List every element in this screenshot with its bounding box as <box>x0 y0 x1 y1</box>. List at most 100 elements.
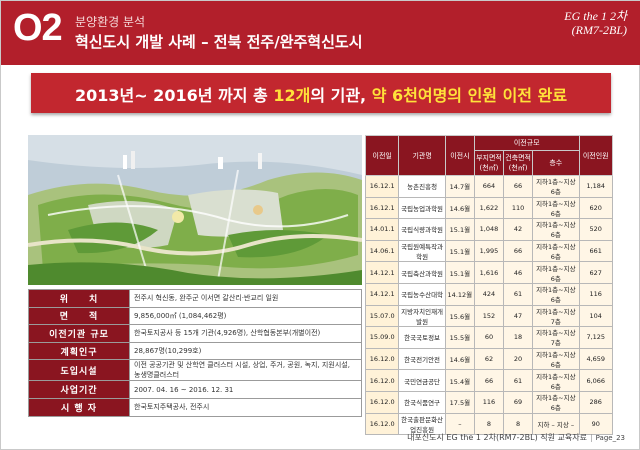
agency-building-area: 46 <box>503 261 534 284</box>
info-row: 이전기관 규모 한국토지공사 등 15개 기관(4,926명), 산학협동본부(개… <box>28 324 362 343</box>
section-header: O2 분양환경 분석 혁신도시 개발 사례 – 전북 전주/완주혁신도시 EG … <box>1 1 640 65</box>
footer-document: 내포신도시 EG the 1 2차(RM7-2BL) 직원 교육자료 <box>407 433 587 442</box>
agency-move-date: 14.12.1 <box>364 261 400 284</box>
agency-name: 지방자치인재개발원 <box>398 304 446 328</box>
agency-staff: 4,659 <box>578 347 613 371</box>
agency-building-area: 110 <box>503 196 534 220</box>
agency-name: 국립원예특작과학원 <box>398 239 446 263</box>
agency-move-date: 16.12.0 <box>364 347 400 371</box>
info-value: 전주시 혁신동, 완주군 이서면 갈산리·반교리 일원 <box>129 289 362 308</box>
document-code-line1: EG the 1 2차 <box>564 9 627 23</box>
page-number: Page_23 <box>595 434 625 442</box>
section-number: O2 <box>13 7 63 49</box>
innovation-city-aerial-map <box>28 135 362 285</box>
col-scale: 이전규모 <box>473 135 580 151</box>
document-code-line2: (RM7-2BL) <box>571 23 627 37</box>
agency-move-year: 14.6월 <box>444 347 475 371</box>
agency-floors: 지하1층~지상7층 <box>532 304 580 328</box>
agency-building-area: 69 <box>503 390 534 414</box>
agency-floors: 지하1층~지상6층 <box>532 261 580 284</box>
agency-floors: 지하1층~지상6층 <box>532 196 580 220</box>
agency-building-area: 18 <box>503 326 534 349</box>
info-value: 9,856,000㎡ (1,084,462평) <box>129 306 362 326</box>
agency-move-year: 14.12월 <box>444 282 475 306</box>
col-move-year: 이전시 <box>444 135 475 176</box>
info-value: 2007. 04. 16 ~ 2016. 12. 31 <box>129 380 362 399</box>
agency-move-year: 14.7월 <box>444 175 475 198</box>
agency-name: 국립농업과학원 <box>398 196 446 220</box>
col-agency: 기관명 <box>398 135 446 176</box>
agency-name: 국립식량과학원 <box>398 218 446 241</box>
info-value: 이전 공공기관 및 산학연 클러스터 시설, 상업, 주거, 공원, 녹지, 지… <box>129 359 362 382</box>
slide-page: O2 분양환경 분석 혁신도시 개발 사례 – 전북 전주/완주혁신도시 EG … <box>0 0 640 450</box>
agency-name: 국립농수산대학 <box>398 282 446 306</box>
headline-part1: 2013년~ 2016년 까지 총 <box>74 86 274 105</box>
col-move-date: 이전일 <box>364 135 400 176</box>
agency-building-area: 20 <box>503 347 534 371</box>
agency-floors: 지하1층~지상6층 <box>532 282 580 306</box>
document-code: EG the 1 2차 (RM7-2BL) <box>564 9 627 37</box>
agency-floors: 지하1층~지상6층 <box>532 390 580 414</box>
agency-floors: 지하1층~지상6층 <box>532 175 580 198</box>
agency-row: 14.12.1 국립축산과학원 15.1월 1,616 46 지하1층~지상6층 627 <box>364 261 613 284</box>
agency-land-area: 424 <box>473 282 505 306</box>
info-label: 이전기관 규모 <box>28 324 130 343</box>
agency-staff: 6,066 <box>578 369 613 392</box>
footer-divider: | <box>589 433 593 442</box>
agency-row: 14.01.1 국립식량과학원 15.1월 1,048 42 지하1층~지상6층 520 <box>364 218 613 241</box>
agency-staff: 1,184 <box>578 175 613 198</box>
info-label: 계획인구 <box>28 341 130 361</box>
agency-move-date: 16.12.1 <box>364 175 400 198</box>
info-label: 사업기간 <box>28 380 130 399</box>
agency-row: 15.09.0 한국국토정보 15.5월 60 18 지하1층~지상7층 7,125 <box>364 326 613 349</box>
agency-row: 16.12.0 국민연금공단 15.4월 66 61 지하1층~지상6층 6,066 <box>364 369 613 392</box>
agency-name: 한국전기안전 <box>398 347 446 371</box>
headline-part2: 의 기관, <box>310 86 372 105</box>
agency-floors: 지하1층~지상6층 <box>532 239 580 263</box>
info-label: 위 치 <box>28 289 130 308</box>
agency-staff: 116 <box>578 282 613 306</box>
info-row: 면 적 9,856,000㎡ (1,084,462평) <box>28 306 362 326</box>
agency-row: 16.12.0 한국전기안전 14.6월 62 20 지하1층~지상6층 4,659 <box>364 347 613 371</box>
headline-highlight-count: 12개 <box>273 86 311 105</box>
agency-floors: 지하1층~지상6층 <box>532 218 580 241</box>
agency-building-area: 47 <box>503 304 534 328</box>
section-title: 혁신도시 개발 사례 – 전북 전주/완주혁신도시 <box>75 33 363 51</box>
agency-staff: 104 <box>578 304 613 328</box>
agency-move-year: 15.1월 <box>444 218 475 241</box>
agency-land-area: 62 <box>473 347 505 371</box>
agency-move-date: 15.09.0 <box>364 326 400 349</box>
agency-name: 농촌진흥청 <box>398 175 446 198</box>
info-row: 위 치 전주시 혁신동, 완주군 이서면 갈산리·반교리 일원 <box>28 289 362 308</box>
agency-building-area: 42 <box>503 218 534 241</box>
agency-land-area: 1,995 <box>473 239 505 263</box>
agency-land-area: 1,048 <box>473 218 505 241</box>
agency-move-date: 16.12.1 <box>364 196 400 220</box>
info-value: 28,867명(10,299호) <box>129 341 362 361</box>
agency-floors: 지하1층~지상6층 <box>532 369 580 392</box>
agency-floors: 지하1층~지상6층 <box>532 347 580 371</box>
agency-move-date: 14.06.1 <box>364 239 400 263</box>
info-value: 한국토지주택공사, 전주시 <box>129 397 362 417</box>
page-footer: 내포신도시 EG the 1 2차(RM7-2BL) 직원 교육자료 | Page_… <box>407 432 625 443</box>
agency-land-area: 66 <box>473 369 505 392</box>
info-label: 면 적 <box>28 306 130 326</box>
agency-floors: 지하1층~지상7층 <box>532 326 580 349</box>
agency-move-year: 15.5월 <box>444 326 475 349</box>
agency-building-area: 61 <box>503 282 534 306</box>
agency-name: 국립축산과학원 <box>398 261 446 284</box>
agency-building-area: 66 <box>503 239 534 263</box>
agency-move-date: 16.12.0 <box>364 390 400 414</box>
agency-land-area: 1,622 <box>473 196 505 220</box>
headline-highlight-people: 약 6천여명의 인원 이전 완료 <box>371 86 568 105</box>
agency-move-date: 14.01.1 <box>364 218 400 241</box>
section-subtitle: 분양환경 분석 <box>75 15 146 29</box>
info-row: 사업기간 2007. 04. 16 ~ 2016. 12. 31 <box>28 380 362 399</box>
agency-move-year: 15.1월 <box>444 261 475 284</box>
agency-building-area: 61 <box>503 369 534 392</box>
agency-move-date: 16.12.0 <box>364 412 400 436</box>
agency-move-date: 15.07.0 <box>364 304 400 328</box>
relocated-agency-table: 이전일 기관명 이전시 이전규모 이전인원 부지면적 (천㎡) 건축면적 (천㎡… <box>364 135 613 436</box>
agency-staff: 7,125 <box>578 326 613 349</box>
project-info-table: 위 치 전주시 혁신동, 완주군 이서면 갈산리·반교리 일원 면 적 9,856,0… <box>28 289 362 417</box>
